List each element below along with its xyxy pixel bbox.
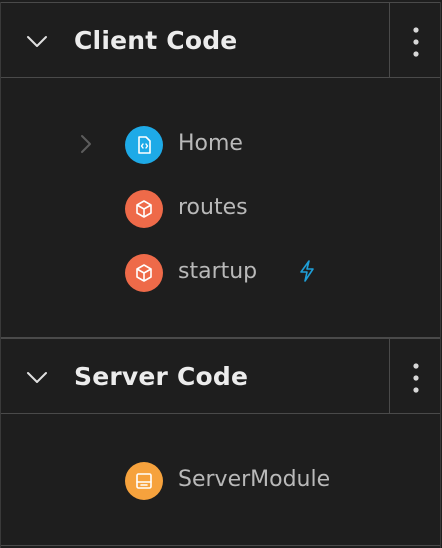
client-code-panel: Client Code Home routes startup bbox=[0, 2, 441, 338]
tree-item-label: routes bbox=[178, 195, 248, 220]
server-module-icon bbox=[125, 462, 163, 500]
server-code-title: Server Code bbox=[74, 362, 249, 391]
component-cube-icon bbox=[125, 254, 163, 292]
chevron-down-icon bbox=[27, 372, 47, 383]
client-code-title: Client Code bbox=[74, 26, 238, 55]
client-code-tree: Home routes startup bbox=[1, 78, 440, 338]
client-code-collapse-toggle[interactable] bbox=[25, 30, 49, 54]
page-code-icon bbox=[125, 126, 163, 164]
chevron-right-icon[interactable] bbox=[79, 133, 93, 159]
tree-item-label: ServerModule bbox=[178, 467, 331, 492]
server-code-tree: ServerModule bbox=[1, 414, 440, 546]
chevron-down-icon bbox=[27, 36, 47, 47]
server-code-header: Server Code bbox=[1, 338, 440, 414]
client-code-header: Client Code bbox=[1, 2, 440, 78]
server-code-menu-button[interactable] bbox=[390, 339, 441, 413]
server-code-panel: Server Code ServerModule bbox=[0, 338, 441, 548]
tree-item-label: Home bbox=[178, 131, 243, 156]
kebab-menu-icon bbox=[413, 363, 419, 393]
lightning-bolt-icon bbox=[297, 259, 317, 287]
tree-item-startup[interactable]: startup bbox=[61, 246, 361, 294]
client-code-menu-button[interactable] bbox=[390, 3, 441, 77]
tree-item-home[interactable]: Home bbox=[61, 118, 361, 166]
server-code-collapse-toggle[interactable] bbox=[25, 366, 49, 390]
kebab-menu-icon bbox=[413, 27, 419, 57]
component-cube-icon bbox=[125, 190, 163, 228]
tree-item-servermodule[interactable]: ServerModule bbox=[61, 454, 361, 502]
tree-item-routes[interactable]: routes bbox=[61, 182, 361, 230]
tree-item-label: startup bbox=[178, 259, 258, 284]
